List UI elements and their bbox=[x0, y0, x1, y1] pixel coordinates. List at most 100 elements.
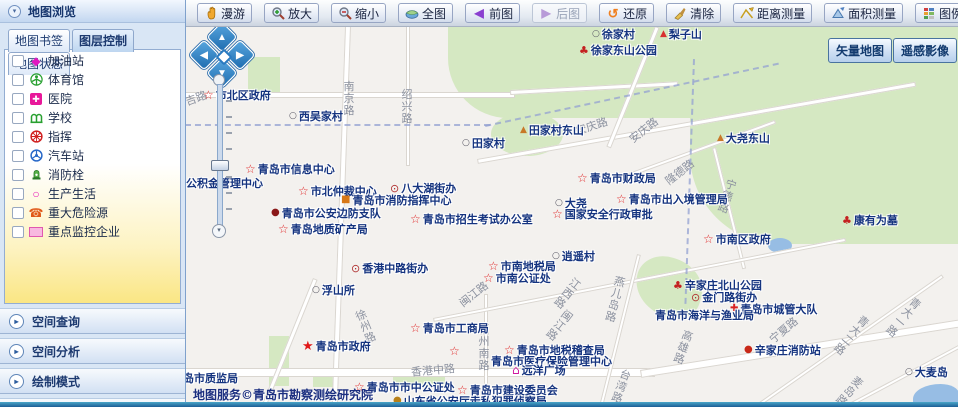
map-poi-label: 青岛地质矿产局 bbox=[291, 221, 368, 237]
layer-checkbox-bus-station[interactable] bbox=[12, 150, 24, 162]
accordion-draw-mode[interactable]: 绘制模式 bbox=[0, 368, 185, 394]
map-poi-label: 梨子山 bbox=[669, 26, 702, 42]
layer-label: 汽车站 bbox=[48, 147, 84, 164]
zoom-slider-bottom-knob[interactable] bbox=[212, 224, 226, 238]
house-icon: ⌂ bbox=[512, 364, 520, 376]
restore-button[interactable]: ↺还原 bbox=[599, 3, 654, 23]
map-poi: ♣康有为墓 bbox=[842, 212, 898, 228]
road-label: 闽江路 bbox=[543, 308, 575, 344]
map-poi-label: 青岛市出入境管理局 bbox=[629, 191, 728, 207]
accordion-group: 空间查询空间分析绘制模式空间查询 bbox=[0, 308, 185, 407]
map-poi: ☆青岛市出入境管理局 bbox=[616, 191, 728, 207]
map-poi-label: 香港中路街办 bbox=[362, 260, 428, 276]
map-poi-label: 青岛市政府 bbox=[316, 338, 371, 354]
layer-row-key-monitored-enterprise: 重点监控企业 bbox=[5, 221, 180, 240]
layer-checkbox-key-monitored-enterprise[interactable] bbox=[12, 226, 24, 238]
toolbar-button-label: 放大 bbox=[288, 5, 312, 22]
previous-view-button[interactable]: ◀前图 bbox=[465, 3, 520, 23]
layer-label: 医院 bbox=[48, 90, 72, 107]
map-poi: ○徐家村 bbox=[592, 26, 635, 42]
layer-list: ◆加油站体育馆✚医院学校指挥汽车站消防栓○生产生活☎重大危险源重点监控企业 bbox=[4, 49, 181, 304]
map-canvas[interactable]: ▲ ◀ ▶ ▼ 矢量地图 遥感影像 地图服务©青岛市勘察测绘研究院 ☆市北区政府… bbox=[185, 26, 958, 407]
full-extent-button[interactable]: 全图 bbox=[398, 3, 453, 23]
star-outline-icon: ☆ bbox=[245, 163, 256, 175]
star-filled-icon: ★ bbox=[302, 340, 314, 353]
circle-icon: ○ bbox=[312, 286, 320, 295]
map-poi-label: 青岛市工商局 bbox=[423, 320, 489, 336]
next-view-button[interactable]: ▶后图 bbox=[532, 3, 587, 23]
distance-measure-button[interactable]: 距离测量 bbox=[733, 3, 812, 23]
layer-checkbox-gymnasium[interactable] bbox=[12, 74, 24, 86]
area-measure-icon bbox=[831, 6, 845, 20]
layer-checkbox-fire-hydrant[interactable] bbox=[12, 169, 24, 181]
zoom-tick bbox=[226, 148, 232, 150]
tab-layer-control[interactable]: 图层控制 bbox=[72, 29, 134, 52]
prev-arrow-icon: ◀ bbox=[472, 6, 486, 20]
layer-row-production-life: ○生产生活 bbox=[5, 183, 180, 202]
toolbar-button-label: 缩小 bbox=[355, 5, 379, 22]
circle-dot-icon: ⊙ bbox=[351, 263, 360, 274]
map-poi-label: 国家安全行政审批 bbox=[565, 206, 653, 222]
map-poi: ☆国家安全行政审批 bbox=[552, 206, 653, 222]
map-poi-label: 徐家村 bbox=[602, 26, 635, 42]
map-poi: ☆市南公证处 bbox=[483, 270, 551, 286]
zoom-slider-track[interactable] bbox=[217, 84, 223, 226]
map-poi-label: 青岛市质监局 bbox=[185, 370, 238, 386]
zoom-slider-handle[interactable] bbox=[211, 160, 229, 171]
area-measure-button[interactable]: 面积测量 bbox=[824, 3, 903, 23]
webgis-application: { "panel": { "title": "地图浏览", "tabs": [ … bbox=[0, 0, 958, 407]
layer-checkbox-hospital[interactable] bbox=[12, 93, 24, 105]
accordion-spatial-query[interactable]: 空间查询 bbox=[0, 308, 185, 334]
map-poi: ☆青岛市工商局 bbox=[410, 320, 489, 336]
production-life-icon: ○ bbox=[29, 188, 43, 200]
map-poi: ☆青岛市招生考试办公室 bbox=[410, 211, 533, 227]
map-poi-label: 青岛市海洋与渔业局 bbox=[655, 307, 754, 323]
layer-checkbox-command[interactable] bbox=[12, 131, 24, 143]
layer-checkbox-production-life[interactable] bbox=[12, 188, 24, 200]
circle-icon: ○ bbox=[462, 139, 470, 148]
key-monitored-enterprise-icon bbox=[29, 227, 43, 237]
clear-button[interactable]: 清除 bbox=[666, 3, 721, 23]
star-outline-icon: ☆ bbox=[410, 322, 421, 334]
star-outline-icon: ☆ bbox=[298, 185, 309, 197]
circle-dot-icon: ⊙ bbox=[390, 183, 399, 194]
road-label: 安庆路 bbox=[626, 114, 662, 147]
layer-checkbox-major-hazard[interactable] bbox=[12, 207, 24, 219]
accordion-label: 绘制模式 bbox=[32, 373, 80, 390]
legend-button[interactable]: 图例 bbox=[915, 3, 958, 23]
map-poi-label: 青岛市招生考试办公室 bbox=[423, 211, 533, 227]
zoom-slider bbox=[213, 78, 233, 230]
zoom-in-button[interactable]: 放大 bbox=[264, 3, 319, 23]
roam-button[interactable]: 漫游 bbox=[197, 3, 252, 23]
map-poi: ○大麦岛 bbox=[905, 364, 948, 380]
toolbar-button-label: 前图 bbox=[489, 5, 513, 22]
map-poi: 青岛市海洋与渔业局 bbox=[655, 307, 754, 323]
map-poi: ○田家村 bbox=[462, 135, 505, 151]
collapse-arrow-icon[interactable] bbox=[8, 5, 21, 18]
tab-map-bookmarks[interactable]: 地图书签 bbox=[8, 29, 70, 52]
layer-row-fire-hydrant: 消防栓 bbox=[5, 164, 180, 183]
layer-checkbox-gas-station[interactable] bbox=[12, 55, 24, 67]
roam-hand-icon bbox=[204, 6, 218, 20]
map-poi: ⊙香港中路街办 bbox=[351, 260, 428, 276]
expand-arrow-icon bbox=[9, 374, 24, 389]
map-poi-label: 逍遥村 bbox=[562, 248, 595, 264]
tri-red-icon: ▲ bbox=[660, 30, 667, 39]
zoom-out-button[interactable]: 缩小 bbox=[331, 3, 386, 23]
accordion-spatial-analysis[interactable]: 空间分析 bbox=[0, 338, 185, 364]
layer-checkbox-school[interactable] bbox=[12, 112, 24, 124]
map-poi-label: 市南区政府 bbox=[716, 231, 771, 247]
map-poi: ☆青岛市财政局 bbox=[577, 170, 656, 186]
major-hazard-icon: ☎ bbox=[29, 207, 43, 219]
vector-map-button[interactable]: 矢量地图 bbox=[828, 38, 892, 63]
map-poi: ▲大尧东山 bbox=[717, 130, 770, 146]
school-icon bbox=[29, 111, 43, 124]
bus-station-icon bbox=[29, 149, 43, 162]
circle-icon: ○ bbox=[289, 112, 297, 121]
star-outline-icon: ☆ bbox=[483, 272, 494, 284]
layer-row-school: 学校 bbox=[5, 107, 180, 126]
full-extent-globe-icon bbox=[405, 6, 419, 20]
map-poi-label: 远洋广场 bbox=[522, 362, 566, 378]
remote-sensing-button[interactable]: 遥感影像 bbox=[893, 38, 957, 63]
layer-label: 消防栓 bbox=[48, 166, 84, 183]
